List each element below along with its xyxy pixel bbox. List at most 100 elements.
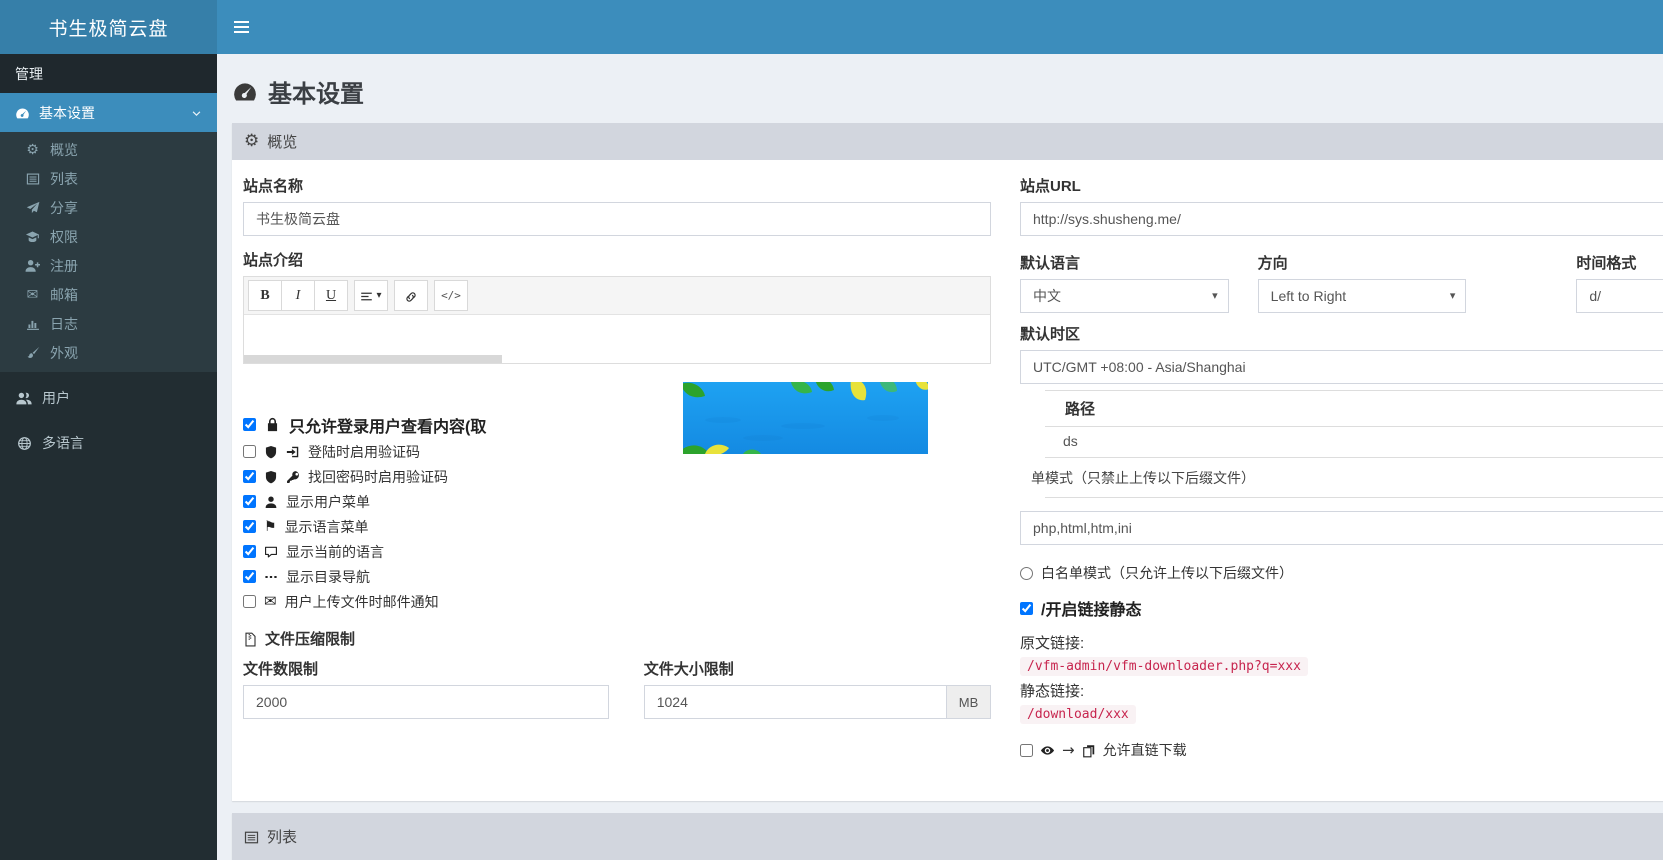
key-icon bbox=[286, 470, 300, 484]
app-title: 书生极简云盘 bbox=[48, 14, 168, 41]
sidebar-toggle-button[interactable] bbox=[217, 0, 265, 54]
file-size-label: 文件大小限制 bbox=[644, 658, 991, 679]
user-plus-icon bbox=[24, 258, 41, 273]
submenu-label: 概览 bbox=[50, 140, 78, 160]
option-label: 登陆时启用验证码 bbox=[308, 442, 420, 462]
sidebar-item-users[interactable]: 用户 bbox=[0, 379, 217, 417]
site-url-label: 站点URL bbox=[1020, 175, 1663, 196]
site-intro-textarea[interactable] bbox=[244, 315, 990, 363]
file-size-input[interactable] bbox=[644, 685, 947, 719]
static-link-example-label: 静态链接: bbox=[1020, 680, 1663, 701]
language-menu-checkbox[interactable] bbox=[243, 520, 256, 533]
recover-captcha-checkbox[interactable] bbox=[243, 470, 256, 483]
option-row-breadcrumb-nav[interactable]: 显示目录导航 bbox=[243, 564, 991, 589]
breadcrumb-nav-checkbox[interactable] bbox=[243, 570, 256, 583]
lock-icon bbox=[264, 416, 281, 433]
option-row-language-menu[interactable]: ⚑ 显示语言菜单 bbox=[243, 514, 991, 539]
sidebar-item-basic-settings[interactable]: 基本设置 bbox=[0, 93, 217, 132]
left-form-column: 站点名称 站点介绍 B I U ▾ bbox=[243, 175, 991, 719]
locale-select-row: 默认语言 中文 ▾ 方向 Left to Right bbox=[1020, 252, 1663, 313]
option-row-login-only[interactable]: 只允许登录用户查看内容(取 bbox=[243, 410, 991, 439]
language-icon bbox=[15, 436, 33, 451]
time-format-select[interactable]: d/ bbox=[1576, 279, 1663, 313]
paint-brush-icon bbox=[24, 346, 41, 360]
list-icon bbox=[244, 828, 259, 845]
whitelist-mode-radio[interactable] bbox=[1020, 567, 1033, 580]
option-row-current-language[interactable]: 显示当前的语言 bbox=[243, 539, 991, 564]
sign-in-icon bbox=[286, 445, 300, 459]
editor-scrollbar[interactable] bbox=[244, 355, 502, 363]
comment-icon bbox=[264, 545, 278, 559]
current-language-checkbox[interactable] bbox=[243, 545, 256, 558]
static-link-row[interactable]: /开启链接静态 bbox=[1020, 596, 1663, 620]
tachometer-icon bbox=[232, 78, 258, 106]
path-value[interactable]: ds bbox=[1045, 427, 1663, 457]
time-format-label: 时间格式 bbox=[1576, 252, 1663, 273]
option-row-user-menu[interactable]: 显示用户菜单 bbox=[243, 489, 991, 514]
option-row-upload-mail-notify[interactable]: ✉ 用户上传文件时邮件通知 bbox=[243, 589, 991, 614]
option-row-login-captcha[interactable]: 登陆时启用验证码 bbox=[243, 439, 991, 464]
sidebar-item-multilanguage[interactable]: 多语言 bbox=[0, 424, 217, 462]
login-only-checkbox[interactable] bbox=[243, 418, 256, 431]
italic-button[interactable]: I bbox=[281, 280, 315, 311]
option-label: 只允许登录用户查看内容(取 bbox=[289, 413, 486, 437]
divider bbox=[1045, 457, 1663, 458]
link-button[interactable] bbox=[394, 280, 428, 311]
submenu-label: 日志 bbox=[50, 314, 78, 334]
list-panel: 列表 bbox=[232, 813, 1663, 860]
align-dropdown-button[interactable]: ▾ bbox=[354, 280, 388, 311]
sidebar-item-list[interactable]: 列表 bbox=[0, 164, 217, 193]
sidebar-item-logs[interactable]: 日志 bbox=[0, 309, 217, 338]
sidebar-item-permissions[interactable]: 权限 bbox=[0, 222, 217, 251]
upload-mail-notify-checkbox[interactable] bbox=[243, 595, 256, 608]
direction-select[interactable]: Left to Right bbox=[1258, 279, 1467, 313]
shield-icon bbox=[264, 445, 278, 459]
gear-icon: ⚙ bbox=[244, 133, 259, 150]
path-label: 路径 bbox=[1045, 391, 1663, 426]
sidebar-item-share[interactable]: 分享 bbox=[0, 193, 217, 222]
sidebar-item-register[interactable]: 注册 bbox=[0, 251, 217, 280]
page-title: 基本设置 bbox=[232, 74, 364, 109]
ellipsis-icon bbox=[264, 570, 278, 584]
site-name-input[interactable] bbox=[243, 202, 991, 236]
site-name-label: 站点名称 bbox=[243, 175, 991, 196]
timezone-label: 默认时区 bbox=[1020, 323, 1663, 344]
list-panel-header: 列表 bbox=[232, 813, 1663, 860]
direct-download-row[interactable]: → 允许直链下载 bbox=[1020, 740, 1663, 760]
submenu-label: 邮箱 bbox=[50, 285, 78, 305]
site-url-input[interactable] bbox=[1020, 202, 1663, 236]
divider bbox=[1045, 497, 1663, 498]
submenu-label: 注册 bbox=[50, 256, 78, 276]
editor-toolbar: B I U ▾ </> bbox=[244, 277, 990, 315]
whitelist-mode-row[interactable]: 白名单模式（只允许上传以下后缀文件） bbox=[1020, 563, 1663, 583]
sidebar-item-mail[interactable]: ✉ 邮箱 bbox=[0, 280, 217, 309]
static-link-checkbox[interactable] bbox=[1020, 602, 1033, 615]
option-checkbox-list: 只允许登录用户查看内容(取 登陆时启用验证码 找回密码时启用验证码 bbox=[243, 410, 991, 614]
whitelist-mode-label: 白名单模式（只允许上传以下后缀文件） bbox=[1041, 563, 1293, 583]
default-language-select[interactable]: 中文 bbox=[1020, 279, 1229, 313]
underline-button[interactable]: U bbox=[314, 280, 348, 311]
overview-panel: ⚙ 概览 bbox=[232, 123, 1663, 801]
app-logo[interactable]: 书生极简云盘 bbox=[0, 0, 217, 54]
user-menu-checkbox[interactable] bbox=[243, 495, 256, 508]
sidebar-item-overview[interactable]: ⚙ 概览 bbox=[0, 135, 217, 164]
direct-download-checkbox[interactable] bbox=[1020, 744, 1033, 757]
flag-icon: ⚑ bbox=[264, 520, 277, 534]
blacklist-extensions-input[interactable] bbox=[1020, 511, 1663, 545]
chevron-down-icon bbox=[191, 105, 202, 121]
sidebar-item-label: 基本设置 bbox=[39, 103, 95, 123]
sidebar-item-appearance[interactable]: 外观 bbox=[0, 338, 217, 367]
timezone-select[interactable]: UTC/GMT +08:00 - Asia/Shanghai bbox=[1020, 350, 1663, 384]
code-view-button[interactable]: </> bbox=[434, 280, 468, 311]
static-link-code: /download/xxx bbox=[1020, 705, 1136, 724]
option-row-recover-captcha[interactable]: 找回密码时启用验证码 bbox=[243, 464, 991, 489]
sidebar-section-label: 管理 bbox=[0, 54, 217, 93]
envelope-icon: ✉ bbox=[24, 288, 41, 302]
default-language-label: 默认语言 bbox=[1020, 252, 1229, 273]
sidebar-submenu: ⚙ 概览 列表 分享 权限 注册 ✉ 邮箱 日志 外观 bbox=[0, 132, 217, 372]
submenu-label: 列表 bbox=[50, 169, 78, 189]
bold-button[interactable]: B bbox=[248, 280, 282, 311]
sidebar-item-label: 用户 bbox=[42, 388, 70, 408]
file-count-input[interactable] bbox=[243, 685, 609, 719]
login-captcha-checkbox[interactable] bbox=[243, 445, 256, 458]
